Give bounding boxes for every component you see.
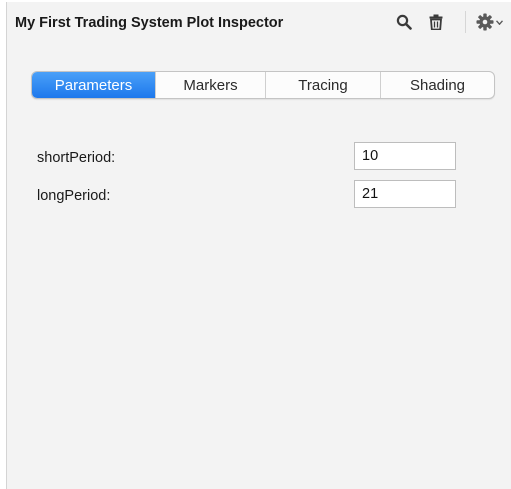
long-period-field[interactable] <box>354 180 456 208</box>
short-period-field[interactable] <box>354 142 456 170</box>
search-icon[interactable] <box>393 11 415 33</box>
short-period-label: shortPeriod: <box>37 150 116 166</box>
inspector-header: My First Trading System Plot Inspector <box>7 2 511 43</box>
tab-markers[interactable]: Markers <box>155 72 265 98</box>
inspector-title: My First Trading System Plot Inspector <box>15 15 284 31</box>
header-separator <box>465 11 466 33</box>
trash-icon[interactable] <box>425 11 447 33</box>
tab-shading[interactable]: Shading <box>380 72 494 98</box>
plot-inspector-panel: My First Trading System Plot Inspector P… <box>6 2 511 489</box>
tab-parameters[interactable]: Parameters <box>32 72 155 98</box>
long-period-label: longPeriod: <box>37 188 111 204</box>
chevron-down-icon <box>495 19 503 25</box>
gear-menu-button[interactable] <box>474 11 504 33</box>
inspector-tabs: Parameters Markers Tracing Shading <box>31 71 495 99</box>
gear-icon <box>476 13 493 31</box>
tab-tracing[interactable]: Tracing <box>265 72 380 98</box>
